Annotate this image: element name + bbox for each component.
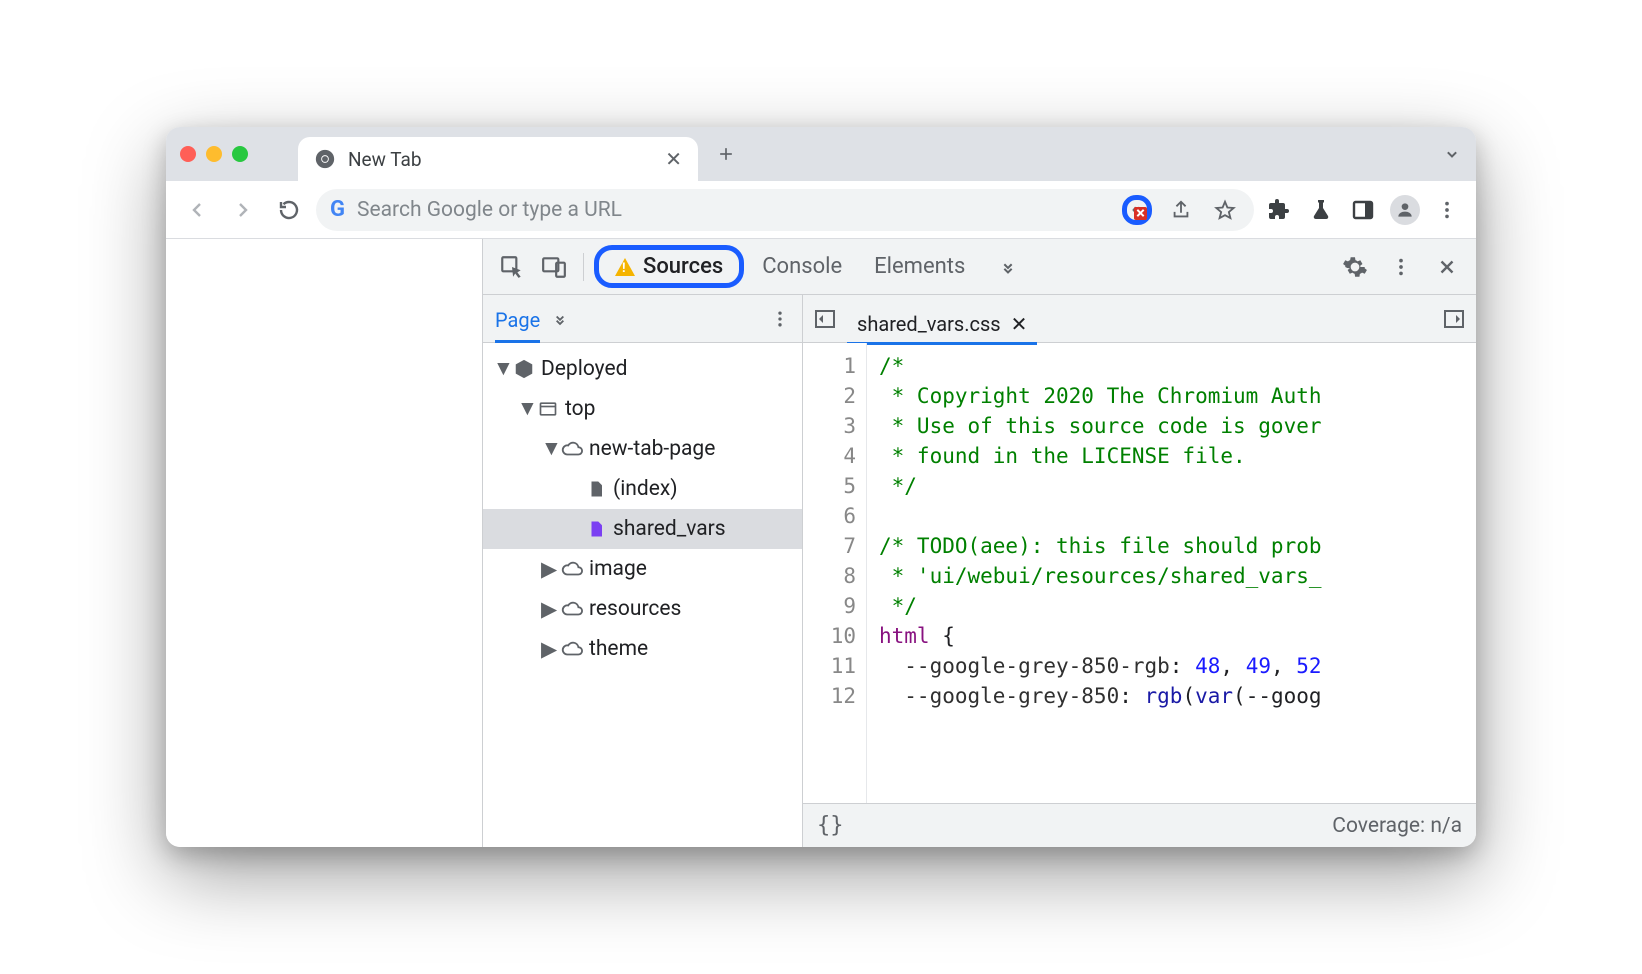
devtools-tabbar: Sources Console Elements: [483, 239, 1476, 295]
content-area: Sources Console Elements Page: [166, 239, 1476, 847]
warning-icon: [615, 258, 635, 276]
pretty-print-button[interactable]: {}: [817, 813, 844, 838]
tab-sources-label: Sources: [643, 254, 723, 279]
open-file-tab[interactable]: shared_vars.css ✕: [847, 306, 1037, 345]
cloud-icon: [561, 638, 583, 660]
labs-button[interactable]: [1304, 193, 1338, 227]
tab-strip: New Tab ✕: [166, 127, 1476, 181]
css-file-icon: [585, 518, 607, 540]
chrome-favicon-icon: [314, 148, 336, 170]
profile-button[interactable]: [1388, 193, 1422, 227]
side-panel-button[interactable]: [1346, 193, 1380, 227]
box-icon: [513, 358, 535, 380]
omnibox[interactable]: G Search Google or type a URL: [316, 189, 1254, 231]
forward-button[interactable]: [224, 191, 262, 229]
tab-title: New Tab: [348, 148, 422, 171]
code-pane: shared_vars.css ✕ 123456789101112 /* * C…: [803, 295, 1476, 847]
tree-item-resources[interactable]: ▶resources: [483, 589, 802, 629]
minimize-window-button[interactable]: [206, 146, 222, 162]
close-tab-button[interactable]: ✕: [665, 147, 682, 171]
navigator-menu-button[interactable]: [770, 309, 790, 329]
file-tree[interactable]: ▼Deployed ▼top ▼new-tab-page (index) sha…: [483, 343, 802, 847]
tabs-dropdown-button[interactable]: [1442, 144, 1462, 164]
share-button[interactable]: [1166, 195, 1196, 225]
browser-window: New Tab ✕ G Search Google or type a URL: [166, 127, 1476, 847]
browser-toolbar: G Search Google or type a URL: [166, 181, 1476, 239]
tree-item-new-tab-page[interactable]: ▼new-tab-page: [483, 429, 802, 469]
devtools-indicator-button[interactable]: [1122, 195, 1152, 225]
tree-item-image[interactable]: ▶image: [483, 549, 802, 589]
omnibox-placeholder: Search Google or type a URL: [357, 198, 1110, 222]
bookmark-button[interactable]: [1210, 195, 1240, 225]
new-tab-button[interactable]: [708, 136, 744, 172]
google-logo-icon: G: [330, 197, 345, 222]
coverage-status: Coverage: n/a: [1332, 814, 1462, 838]
browser-tab[interactable]: New Tab ✕: [298, 137, 698, 181]
browser-menu-button[interactable]: [1430, 193, 1464, 227]
code-statusbar: {} Coverage: n/a: [803, 803, 1476, 847]
devtools-menu-button[interactable]: [1382, 248, 1420, 286]
maximize-window-button[interactable]: [232, 146, 248, 162]
frame-icon: [537, 398, 559, 420]
tab-elements[interactable]: Elements: [860, 246, 979, 287]
line-gutter: 123456789101112: [803, 343, 867, 803]
more-tabs-button[interactable]: [983, 248, 1033, 286]
navigator-tab-page[interactable]: Page: [495, 308, 540, 343]
devtools-panel: Sources Console Elements Page: [482, 239, 1476, 847]
tree-item-theme[interactable]: ▶theme: [483, 629, 802, 669]
close-devtools-button[interactable]: [1428, 248, 1466, 286]
toggle-debugger-button[interactable]: [1442, 307, 1466, 331]
reload-button[interactable]: [270, 191, 308, 229]
tree-item-top[interactable]: ▼top: [483, 389, 802, 429]
cloud-icon: [561, 438, 583, 460]
tree-item-shared-vars[interactable]: shared_vars: [483, 509, 802, 549]
close-file-button[interactable]: ✕: [1011, 312, 1028, 336]
close-window-button[interactable]: [180, 146, 196, 162]
tree-item-index[interactable]: (index): [483, 469, 802, 509]
navigator-header: Page: [483, 295, 802, 343]
devtools-body: Page ▼Deployed ▼top ▼new-tab-page (index…: [483, 295, 1476, 847]
cloud-icon: [561, 558, 583, 580]
open-file-name: shared_vars.css: [857, 312, 1001, 336]
file-icon: [585, 478, 607, 500]
tab-console[interactable]: Console: [748, 246, 856, 287]
cloud-icon: [561, 598, 583, 620]
navigator-more-tabs[interactable]: [550, 309, 570, 329]
device-toolbar-button[interactable]: [535, 248, 573, 286]
tree-item-deployed[interactable]: ▼Deployed: [483, 349, 802, 389]
separator: [583, 253, 584, 281]
tab-sources[interactable]: Sources: [594, 245, 744, 288]
page-viewport: [166, 239, 482, 847]
extensions-button[interactable]: [1262, 193, 1296, 227]
back-button[interactable]: [178, 191, 216, 229]
window-controls: [180, 146, 248, 162]
toggle-navigator-button[interactable]: [813, 307, 837, 331]
code-content: /* * Copyright 2020 The Chromium Auth * …: [867, 343, 1476, 803]
navigator-pane: Page ▼Deployed ▼top ▼new-tab-page (index…: [483, 295, 803, 847]
settings-button[interactable]: [1336, 248, 1374, 286]
omnibox-actions: [1122, 195, 1240, 225]
error-badge-icon: [1134, 207, 1147, 220]
code-editor[interactable]: 123456789101112 /* * Copyright 2020 The …: [803, 343, 1476, 803]
code-header: shared_vars.css ✕: [803, 295, 1476, 343]
inspect-element-button[interactable]: [493, 248, 531, 286]
